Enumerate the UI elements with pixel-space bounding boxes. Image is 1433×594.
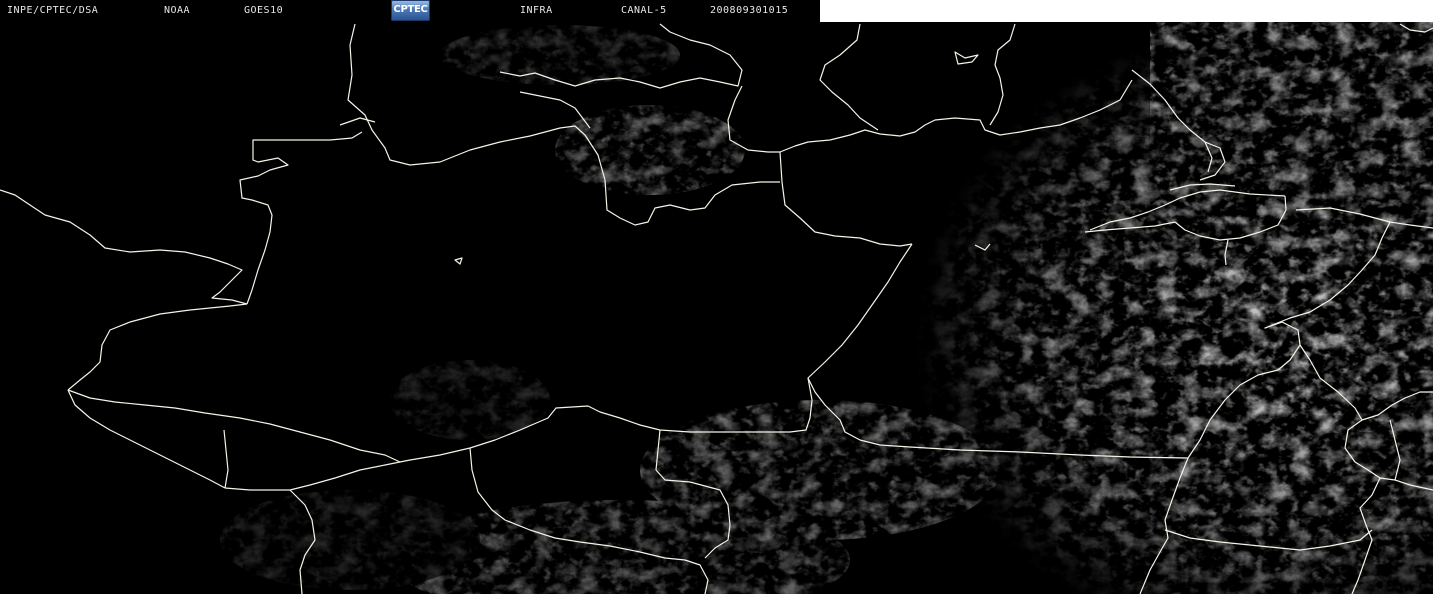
header-blank-area xyxy=(820,0,1433,22)
satellite-map xyxy=(0,22,1433,594)
agency-label: INPE/CPTEC/DSA xyxy=(7,5,99,16)
product-label: INFRA xyxy=(520,5,553,16)
image-header: INPE/CPTEC/DSA NOAA GOES10 CPTEC INFRA C… xyxy=(0,0,820,22)
timestamp-label: 200809301015 xyxy=(710,5,789,16)
logo-text: CPTEC xyxy=(393,4,428,15)
source-label: NOAA xyxy=(164,5,191,16)
channel-label: CANAL-5 xyxy=(621,5,667,16)
cptec-logo-icon: CPTEC xyxy=(391,0,430,21)
satellite-label: GOES10 xyxy=(244,5,284,16)
